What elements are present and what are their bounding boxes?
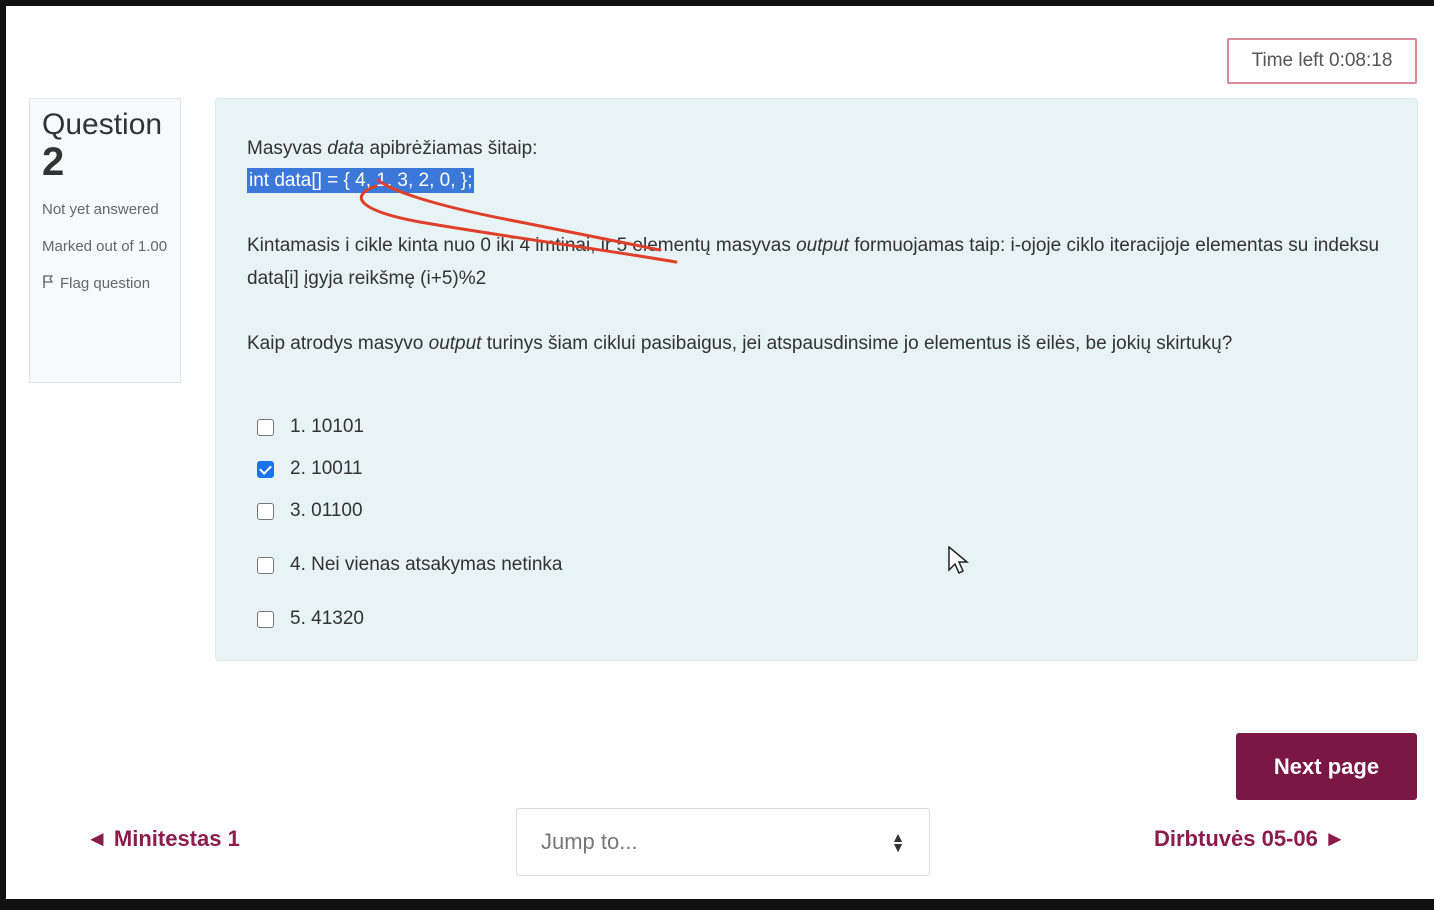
- next-page-button[interactable]: Next page: [1236, 733, 1417, 800]
- para1-variable: output: [796, 235, 849, 256]
- answer-checkbox-5[interactable]: [257, 610, 274, 628]
- answer-checkbox-4[interactable]: [257, 556, 274, 574]
- code-line: int data[] = { 4, 1, 3, 2, 0, };: [247, 165, 1386, 197]
- intro-prefix: Masyvas: [247, 138, 328, 159]
- select-arrows-icon: ▲ ▼: [891, 829, 905, 855]
- para1-part-a: Kintamasis i cikle kinta nuo 0 iki 4 imt…: [247, 235, 797, 256]
- para2-variable: output: [428, 333, 482, 354]
- answer-label-4: 4. Nei vienas atsakymas netinka: [290, 554, 563, 575]
- answer-option-5[interactable]: 5. 41320: [257, 598, 1386, 640]
- marked-out-of: Marked out of 1.00: [42, 238, 168, 255]
- answer-option-3[interactable]: 3. 01100: [257, 490, 1386, 532]
- question-paragraph-1: Kintamasis i cikle kinta nuo 0 iki 4 imt…: [247, 229, 1386, 295]
- para2-part-a: Kaip atrodys masyvo: [247, 333, 429, 354]
- answer-label-2: 2. 10011: [290, 458, 363, 479]
- selected-code: int data[] = { 4, 1, 3, 2, 0, };: [247, 168, 475, 193]
- para2-part-b: turinys šiam ciklui pasibaigus, jei atsp…: [481, 333, 1233, 354]
- answer-checkbox-2[interactable]: [257, 460, 274, 478]
- question-card: Masyvas data apibrėžiamas šitaip: int da…: [215, 98, 1418, 661]
- question-info-panel: Question 2 Not yet answered Marked out o…: [29, 98, 181, 383]
- jump-to-select[interactable]: Jump to... ▲ ▼: [516, 808, 930, 876]
- flag-question-label: Flag question: [60, 275, 151, 292]
- next-activity-link[interactable]: Dirbtuvės 05-06 ►: [1154, 826, 1346, 852]
- answer-status: Not yet answered: [42, 201, 159, 218]
- answer-option-1[interactable]: 1. 10101: [257, 406, 1386, 448]
- answer-options: 1. 10101 2. 10011 3. 01100 4. Nei vienas…: [247, 406, 1386, 640]
- intro-variable: data: [327, 138, 365, 159]
- answer-label-5: 5. 41320: [290, 608, 364, 629]
- answer-label-1: 1. 10101: [290, 416, 364, 437]
- question-label: Question: [42, 108, 163, 141]
- flag-icon: [43, 275, 54, 288]
- previous-activity-link[interactable]: ◄ Minitestas 1: [86, 826, 240, 852]
- answer-checkbox-1[interactable]: [257, 418, 274, 436]
- time-left-indicator: Time left 0:08:18: [1227, 38, 1417, 84]
- intro-suffix: apibrėžiamas šitaip:: [364, 138, 538, 159]
- answer-option-2[interactable]: 2. 10011: [257, 448, 1386, 490]
- jump-to-label: Jump to...: [541, 829, 638, 854]
- mouse-cursor-icon: [948, 546, 970, 575]
- question-number: 2: [42, 140, 65, 184]
- answer-checkbox-3[interactable]: [257, 502, 274, 520]
- time-left-text: Time left 0:08:18: [1251, 50, 1393, 71]
- question-intro: Masyvas data apibrėžiamas šitaip:: [247, 133, 1386, 165]
- answer-label-3: 3. 01100: [290, 500, 363, 521]
- question-paragraph-2: Kaip atrodys masyvo output turinys šiam …: [247, 327, 1386, 360]
- flag-question-link[interactable]: Flag question: [42, 271, 168, 296]
- answer-option-4[interactable]: 4. Nei vienas atsakymas netinka: [257, 544, 1386, 586]
